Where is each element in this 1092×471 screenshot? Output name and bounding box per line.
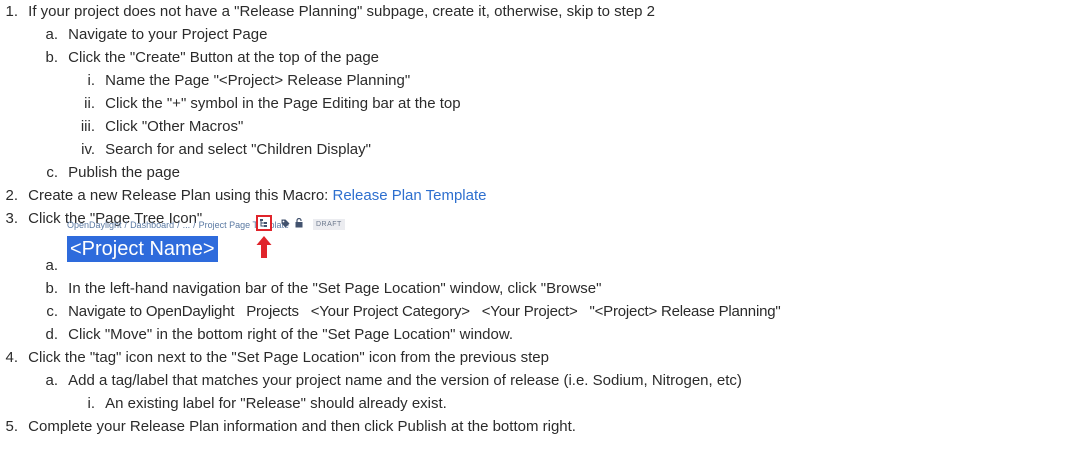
list-item-text: Click the "Create" Button at the top of … [68, 49, 380, 66]
list-marker: 1. [5, 3, 18, 20]
breadcrumb-separator: / [193, 220, 196, 230]
list-item: b. In the left-hand navigation bar of th… [44, 280, 601, 298]
list-marker: c. [46, 164, 58, 181]
list-item-text: An existing label for "Release" should a… [105, 395, 447, 412]
list-item-text: In the left-hand navigation bar of the "… [68, 280, 602, 297]
list-marker: 3. [5, 210, 18, 227]
list-item: iv. Search for and select "Children Disp… [73, 141, 371, 159]
list-item: 1. If your project does not have a "Rele… [4, 3, 655, 21]
list-marker: ii. [84, 95, 95, 112]
release-plan-template-link[interactable]: Release Plan Template [333, 187, 487, 204]
list-marker: a. [45, 26, 58, 43]
list-marker: 2. [5, 187, 18, 204]
list-item: a. Add a tag/label that matches your pro… [44, 372, 742, 390]
list-item-text: If your project does not have a "Release… [28, 3, 656, 20]
list-item: c. Navigate to OpenDaylight Projects <Yo… [44, 303, 781, 321]
list-item: a. Navigate to your Project Page [44, 26, 267, 44]
list-item-text: Create a new Release Plan using this Mac… [28, 187, 333, 204]
list-marker: a. [45, 372, 58, 389]
list-item: 2. Create a new Release Plan using this … [4, 187, 486, 205]
list-item: iii. Click "Other Macros" [73, 118, 244, 136]
breadcrumb-separator: / [124, 220, 128, 230]
list-marker: i. [87, 72, 96, 89]
list-item: 4. Click the "tag" icon next to the "Set… [4, 349, 549, 367]
list-marker: i. [87, 395, 96, 412]
list-item: c. Publish the page [44, 164, 180, 182]
list-item-text: Click "Other Macros" [105, 118, 244, 135]
list-item: b. Click the "Create" Button at the top … [44, 49, 379, 67]
breadcrumb-item: OpenDaylight [67, 220, 122, 230]
list-marker: b. [45, 280, 58, 297]
list-item-text: Publish the page [68, 164, 180, 181]
list-item-text: Navigate to your Project Page [68, 26, 268, 43]
lock-icon [295, 218, 303, 228]
list-item: d. Click "Move" in the bottom right of t… [44, 326, 513, 344]
list-marker: b. [45, 49, 58, 66]
page-title: <Project Name> [67, 236, 218, 262]
list-marker: iv. [81, 141, 95, 158]
list-item: 5. Complete your Release Plan informatio… [4, 418, 576, 436]
list-item: i. Name the Page "<Project> Release Plan… [73, 72, 411, 90]
tag-icon [281, 219, 290, 228]
breadcrumb-item: Dashboard [130, 220, 175, 230]
list-marker: c. [46, 303, 58, 320]
breadcrumb-separator: / [177, 220, 180, 230]
up-arrow-icon [256, 236, 272, 258]
list-marker: a. [45, 257, 58, 274]
list-item: ii. Click the "+" symbol in the Page Edi… [73, 95, 461, 113]
list-marker: 4. [5, 349, 18, 366]
breadcrumb-item: Project Page Template [198, 220, 290, 230]
page-tree-icon [256, 215, 272, 231]
breadcrumb-item: ... [182, 220, 191, 230]
list-item-text: Navigate to OpenDaylight Projects <Your … [68, 303, 781, 320]
list-marker: 5. [5, 418, 18, 435]
list-marker: d. [45, 326, 58, 343]
list-item-text: Name the Page "<Project> Release Plannin… [105, 72, 411, 89]
list-item-text: Add a tag/label that matches your projec… [68, 372, 742, 389]
list-marker: iii. [80, 118, 95, 135]
list-item-text: Search for and select "Children Display" [105, 141, 371, 158]
list-item: a. [44, 257, 64, 275]
list-item: i. An existing label for "Release" shoul… [73, 395, 447, 413]
list-item-text: Complete your Release Plan information a… [28, 418, 576, 435]
list-item-text: Click "Move" in the bottom right of the … [68, 326, 514, 343]
list-item-text: Click the "+" symbol in the Page Editing… [105, 95, 461, 112]
list-item-text: Click the "tag" icon next to the "Set Pa… [28, 349, 549, 366]
draft-badge: DRAFT [313, 219, 345, 230]
